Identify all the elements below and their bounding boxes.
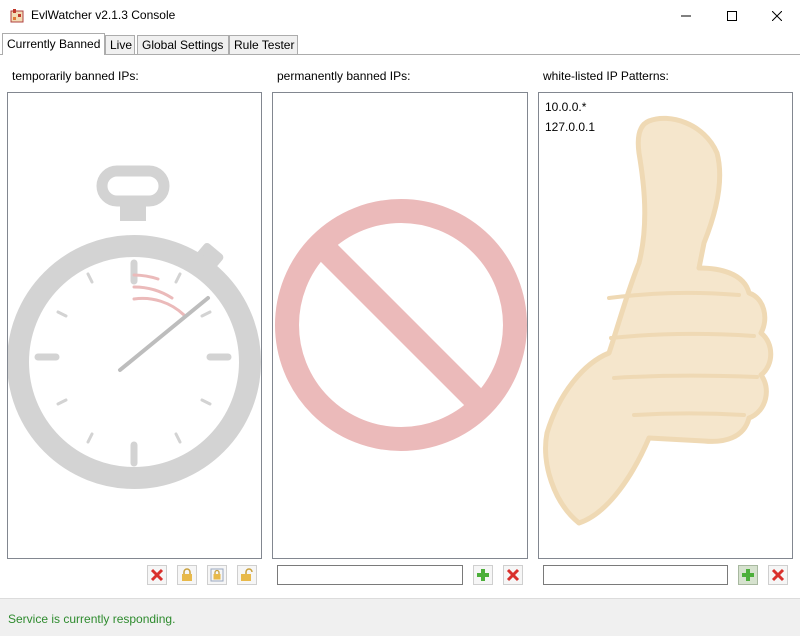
temporary-delete-button[interactable]	[147, 565, 167, 585]
add-icon	[742, 569, 754, 581]
unlock-icon	[241, 568, 253, 581]
permanent-banned-label: permanently banned IPs:	[277, 69, 411, 83]
maximize-button[interactable]	[709, 0, 755, 32]
temporary-unlock-button[interactable]	[237, 565, 257, 585]
close-icon	[772, 11, 782, 21]
window-title: EvlWatcher v2.1.3 Console	[31, 8, 176, 22]
status-bar: Service is currently responding.	[0, 598, 800, 636]
permanent-ip-input[interactable]	[277, 565, 463, 585]
temporary-lock-button[interactable]	[177, 565, 197, 585]
delete-icon	[771, 568, 785, 582]
thumbs-up-icon	[543, 115, 774, 526]
tab-divider	[0, 54, 800, 55]
lock-permanent-icon	[210, 568, 224, 582]
add-icon	[477, 569, 489, 581]
tab-currently-banned[interactable]: Currently Banned	[2, 33, 105, 55]
permanent-add-button[interactable]	[473, 565, 493, 585]
tab-rule-tester[interactable]: Rule Tester	[229, 35, 298, 55]
delete-icon	[506, 568, 520, 582]
temporary-banned-label: temporarily banned IPs:	[12, 69, 139, 83]
temporary-banned-list[interactable]	[7, 92, 262, 559]
delete-icon	[150, 568, 164, 582]
tab-live[interactable]: Live	[105, 35, 135, 55]
whitelist-list[interactable]: 10.0.0.* 127.0.0.1	[538, 92, 793, 559]
stopwatch-icon	[8, 165, 261, 489]
list-item[interactable]: 127.0.0.1	[545, 117, 595, 137]
whitelist-delete-button[interactable]	[768, 565, 788, 585]
tab-global-settings[interactable]: Global Settings	[137, 35, 229, 55]
temporary-lock-permanent-button[interactable]	[207, 565, 227, 585]
app-icon	[10, 9, 24, 23]
whitelist-pattern-input[interactable]	[543, 565, 728, 585]
whitelist-add-button[interactable]	[738, 565, 758, 585]
permanent-delete-button[interactable]	[503, 565, 523, 585]
list-item[interactable]: 10.0.0.*	[545, 97, 595, 117]
whitelist-entries: 10.0.0.* 127.0.0.1	[545, 97, 595, 137]
minimize-icon	[681, 15, 691, 17]
lock-icon	[182, 568, 192, 581]
tab-strip: Currently Banned Live Global Settings Ru…	[0, 33, 800, 55]
minimize-button[interactable]	[663, 0, 709, 32]
close-button[interactable]	[754, 0, 800, 32]
whitelist-label: white-listed IP Patterns:	[543, 69, 669, 83]
status-text: Service is currently responding.	[8, 612, 176, 626]
maximize-icon	[727, 11, 737, 21]
title-bar: EvlWatcher v2.1.3 Console	[0, 0, 800, 32]
prohibited-icon	[275, 199, 527, 451]
permanent-banned-list[interactable]	[272, 92, 528, 559]
